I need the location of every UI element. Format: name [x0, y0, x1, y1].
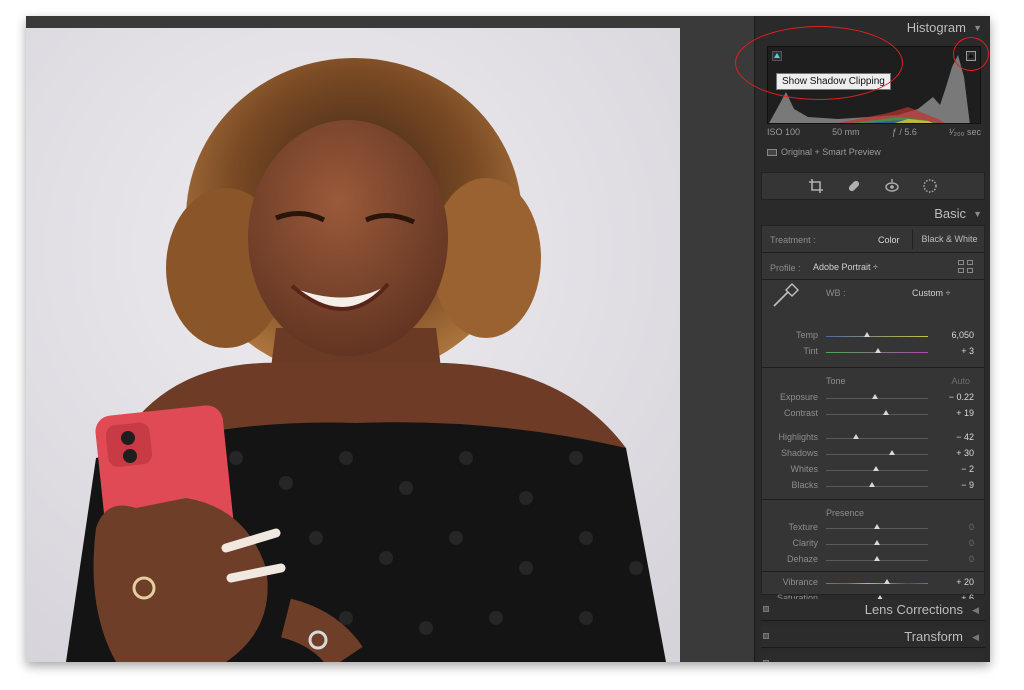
- slider-thumb-shadows[interactable]: [889, 450, 896, 455]
- exif-aperture: ƒ / 5.6: [891, 127, 917, 137]
- panel-toggle-switch-icon[interactable]: [763, 606, 769, 612]
- exif-shutter: ¹⁄₂₀₀ sec: [949, 127, 981, 137]
- slider-track-vibrance[interactable]: [826, 579, 928, 584]
- expand-triangle-icon[interactable]: ◀: [972, 626, 979, 648]
- slider-value-temp[interactable]: 6,050: [934, 330, 974, 340]
- slider-thumb-texture[interactable]: [874, 524, 880, 529]
- smart-preview-icon: [767, 148, 777, 156]
- slider-thumb-exposure[interactable]: [871, 394, 878, 399]
- divider: [762, 499, 984, 500]
- red-eye-icon[interactable]: [883, 177, 901, 195]
- collapse-triangle-icon[interactable]: ▼: [973, 202, 982, 226]
- wb-eyedropper-icon[interactable]: [770, 282, 800, 308]
- slider-label-dehaze: Dehaze: [786, 554, 818, 564]
- slider-thumb-temp[interactable]: [863, 332, 870, 337]
- smart-preview-label: Original + Smart Preview: [781, 147, 881, 157]
- slider-thumb-whites[interactable]: [872, 466, 879, 471]
- slider-value-vibrance[interactable]: + 20: [934, 577, 974, 587]
- divider: [762, 571, 984, 572]
- slider-thumb-highlights[interactable]: [852, 434, 859, 439]
- develop-panel: Histogram ▼ Show Shadow Clipping ISO 100…: [754, 16, 990, 662]
- photo-area: [26, 16, 754, 662]
- slider-track-texture[interactable]: [826, 524, 928, 529]
- slider-label-clarity: Clarity: [792, 538, 818, 548]
- slider-thumb-contrast[interactable]: [883, 410, 890, 415]
- presence-label: Presence: [826, 508, 865, 518]
- treatment-color-button[interactable]: Color: [878, 235, 900, 245]
- slider-label-highlights: Highlights: [778, 432, 818, 442]
- exif-iso: ISO 100: [767, 127, 801, 137]
- basic-panel: Treatment : Color Black & White Profile …: [761, 225, 986, 603]
- expand-triangle-icon[interactable]: ◀: [972, 599, 979, 621]
- profile-select[interactable]: Adobe Portrait ÷: [813, 262, 878, 272]
- divider: [762, 279, 984, 280]
- slider-track-highlights[interactable]: [826, 434, 928, 439]
- tone-label: Tone: [826, 376, 846, 386]
- lens-corrections-header[interactable]: Lens Corrections ◀: [761, 599, 985, 621]
- slider-label-tint: Tint: [803, 346, 818, 356]
- slider-value-contrast[interactable]: + 19: [934, 408, 974, 418]
- wb-select[interactable]: Custom ÷: [912, 288, 950, 298]
- slider-thumb-dehaze[interactable]: [874, 556, 880, 561]
- slider-value-shadows[interactable]: + 30: [934, 448, 974, 458]
- basic-header[interactable]: Basic ▼: [755, 202, 990, 226]
- exif-focal: 50 mm: [832, 127, 860, 137]
- transform-header[interactable]: Transform ◀: [761, 626, 985, 648]
- crop-icon[interactable]: [807, 177, 825, 195]
- slider-label-whites: Whites: [790, 464, 818, 474]
- slider-track-dehaze[interactable]: [826, 556, 928, 561]
- slider-label-shadows: Shadows: [780, 448, 818, 458]
- slider-value-whites[interactable]: − 2: [934, 464, 974, 474]
- annotation-circle: [953, 37, 989, 71]
- slider-value-exposure[interactable]: − 0.22: [934, 392, 974, 402]
- slider-thumb-clarity[interactable]: [874, 540, 880, 545]
- slider-track-tint[interactable]: [826, 348, 928, 353]
- panel-toggle-switch-icon[interactable]: [763, 660, 769, 662]
- exif-info: ISO 100 50 mm ƒ / 5.6 ¹⁄₂₀₀ sec: [767, 127, 981, 141]
- slider-value-blacks[interactable]: − 9: [934, 480, 974, 490]
- slider-value-tint[interactable]: + 3: [934, 346, 974, 356]
- lightroom-window: Histogram ▼ Show Shadow Clipping ISO 100…: [26, 16, 990, 662]
- treatment-bw-button[interactable]: Black & White: [912, 229, 986, 249]
- photo-preview[interactable]: [26, 28, 680, 662]
- profile-browser-icon[interactable]: [958, 260, 974, 274]
- slider-label-vibrance: Vibrance: [782, 577, 818, 587]
- slider-track-temp[interactable]: [826, 332, 928, 337]
- slider-thumb-vibrance[interactable]: [884, 579, 891, 584]
- auto-tone-button[interactable]: Auto: [951, 376, 970, 386]
- smart-preview-status[interactable]: Original + Smart Preview: [767, 147, 881, 157]
- slider-value-clarity[interactable]: 0: [934, 538, 974, 548]
- slider-track-shadows[interactable]: [826, 450, 928, 455]
- slider-track-blacks[interactable]: [826, 482, 928, 487]
- detail-header[interactable]: [761, 653, 985, 662]
- slider-track-exposure[interactable]: [826, 394, 928, 399]
- slider-label-temp: Temp: [795, 330, 818, 340]
- divider: [762, 367, 984, 368]
- tool-strip: [761, 172, 985, 200]
- slider-label-contrast: Contrast: [783, 408, 818, 418]
- wb-label: WB :: [826, 288, 846, 298]
- slider-label-blacks: Blacks: [791, 480, 818, 490]
- slider-track-whites[interactable]: [826, 466, 928, 471]
- slider-track-clarity[interactable]: [826, 540, 928, 545]
- slider-thumb-tint[interactable]: [875, 348, 882, 353]
- divider: [762, 252, 984, 253]
- slider-value-highlights[interactable]: − 42: [934, 432, 974, 442]
- healing-icon[interactable]: [845, 177, 863, 195]
- basic-title: Basic: [934, 206, 966, 221]
- slider-value-dehaze[interactable]: 0: [934, 554, 974, 564]
- lens-corrections-title: Lens Corrections: [864, 602, 963, 617]
- slider-track-contrast[interactable]: [826, 410, 928, 415]
- portrait-photo: [26, 28, 680, 662]
- slider-label-texture: Texture: [788, 522, 818, 532]
- slider-thumb-blacks[interactable]: [868, 482, 875, 487]
- transform-title: Transform: [904, 629, 963, 644]
- annotation-circle: [735, 26, 903, 100]
- slider-value-texture[interactable]: 0: [934, 522, 974, 532]
- histogram-title: Histogram: [906, 20, 966, 35]
- masking-icon[interactable]: [921, 177, 939, 195]
- panel-toggle-switch-icon[interactable]: [763, 633, 769, 639]
- slider-label-exposure: Exposure: [779, 392, 818, 402]
